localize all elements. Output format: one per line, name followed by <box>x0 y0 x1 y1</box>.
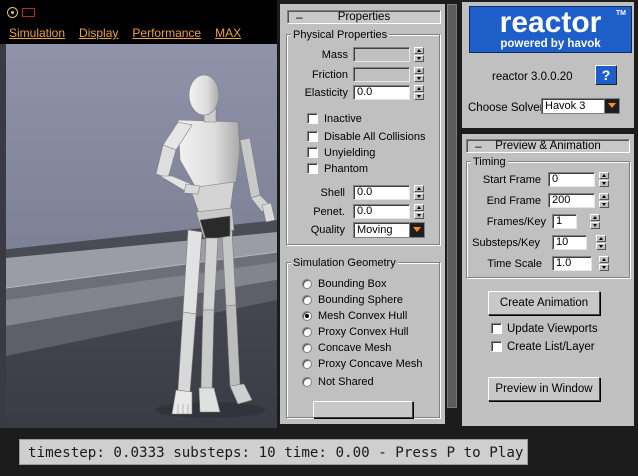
window-icon[interactable] <box>22 7 35 17</box>
penet-field[interactable]: 0.0 <box>353 204 410 219</box>
scrollbar-thumb[interactable] <box>447 4 457 408</box>
status-bar: timestep: 0.0333 substeps: 10 time: 0.00… <box>0 428 638 476</box>
quality-label: Quality <box>310 224 345 236</box>
phantom-checkbox[interactable] <box>307 163 318 174</box>
frames-key-spinner[interactable] <box>590 214 600 229</box>
panel-scrollbar[interactable] <box>445 0 460 428</box>
unyielding-checkbox[interactable] <box>307 147 318 158</box>
inactive-label: Inactive <box>324 113 362 125</box>
friction-field[interactable] <box>353 67 410 82</box>
friction-spinner[interactable] <box>414 67 424 82</box>
time-scale-spinner[interactable] <box>599 256 609 271</box>
menu-max[interactable]: MAX <box>206 26 246 40</box>
end-frame-label: End Frame <box>486 195 541 207</box>
update-viewports-label: Update Viewports <box>507 323 598 335</box>
simulation-geometry-label: Simulation Geometry <box>291 257 398 269</box>
properties-panel: – Properties Physical Properties Mass Fr… <box>277 0 445 428</box>
start-frame-spinner[interactable] <box>599 172 609 187</box>
mass-spinner[interactable] <box>414 47 424 62</box>
start-frame-field[interactable]: 0 <box>548 172 595 187</box>
end-frame-field[interactable]: 200 <box>548 193 595 208</box>
status-readout: timestep: 0.0333 substeps: 10 time: 0.00… <box>19 439 529 465</box>
frames-key-label: Frames/Key <box>486 216 546 228</box>
chevron-down-icon[interactable] <box>409 223 424 237</box>
substeps-key-label: Substeps/Key <box>472 237 540 249</box>
disable-collisions-checkbox[interactable] <box>307 131 318 142</box>
penet-label: Penet. <box>313 206 345 218</box>
help-button[interactable]: ? <box>595 65 617 85</box>
time-scale-field[interactable]: 1.0 <box>552 256 592 271</box>
solver-label: Choose Solver: <box>468 102 547 114</box>
reactor-panel: reactor TM powered by havok reactor 3.0.… <box>460 0 638 428</box>
logo-text: reactor <box>499 6 602 39</box>
menu-simulation[interactable]: Simulation <box>0 26 70 40</box>
mass-label: Mass <box>321 49 348 61</box>
wall-edge <box>0 44 6 428</box>
version-label: reactor 3.0.0.20 <box>492 71 573 83</box>
elasticity-label: Elasticity <box>304 87 348 99</box>
radio-bounding-sphere[interactable] <box>302 295 312 305</box>
mesh-convex-hull-label: Mesh Convex Hull <box>318 310 408 322</box>
update-viewports-checkbox[interactable] <box>491 323 502 334</box>
bounding-sphere-label: Bounding Sphere <box>318 294 404 306</box>
penet-spinner[interactable] <box>414 204 424 219</box>
properties-rollout-title: Properties <box>337 11 391 23</box>
shell-label: Shell <box>320 187 345 199</box>
record-icon[interactable] <box>7 6 18 18</box>
radio-proxy-concave-mesh[interactable] <box>302 359 312 369</box>
shell-field[interactable]: 0.0 <box>353 185 410 200</box>
radio-not-shared[interactable] <box>302 377 312 387</box>
reactor-logo: reactor TM powered by havok <box>469 6 632 53</box>
radio-bounding-box[interactable] <box>302 279 312 289</box>
elasticity-spinner[interactable] <box>414 85 424 100</box>
menu-performance[interactable]: Performance <box>123 26 206 40</box>
create-list-checkbox[interactable] <box>491 341 502 352</box>
unyielding-label: Unyielding <box>324 147 376 159</box>
substeps-key-spinner[interactable] <box>596 235 606 250</box>
elasticity-field[interactable]: 0.0 <box>353 85 410 100</box>
viewport-3d[interactable]: Simulation Display Performance MAX <box>0 0 277 428</box>
solver-value: Havok 3 <box>545 100 586 112</box>
frames-key-field[interactable]: 1 <box>552 214 577 229</box>
logo-trademark: TM <box>615 10 626 17</box>
inactive-checkbox[interactable] <box>307 113 318 124</box>
proxy-concave-mesh-label: Proxy Concave Mesh <box>318 358 423 370</box>
chevron-down-icon[interactable] <box>604 99 619 113</box>
time-scale-label: Time Scale <box>487 258 542 270</box>
preview-window-button[interactable]: Preview in Window <box>488 377 600 401</box>
create-list-label: Create List/Layer <box>507 341 595 353</box>
substeps-key-field[interactable]: 10 <box>552 235 587 250</box>
start-frame-label: Start Frame <box>482 174 541 186</box>
friction-label: Friction <box>311 69 348 81</box>
not-shared-label: Not Shared <box>318 376 374 388</box>
rollout-separator <box>462 128 634 134</box>
properties-rollout-header[interactable]: – Properties <box>287 10 441 24</box>
physical-properties-label: Physical Properties <box>291 29 390 41</box>
viewport-menubar: Simulation Display Performance MAX <box>0 0 277 44</box>
preview-rollout-header[interactable]: – Preview & Animation <box>466 139 630 153</box>
viewport-toolbar-icons <box>7 6 35 18</box>
disable-collisions-label: Disable All Collisions <box>324 131 426 143</box>
create-animation-button[interactable]: Create Animation <box>488 291 600 315</box>
radio-concave-mesh[interactable] <box>302 343 312 353</box>
proxy-convex-hull-label: Proxy Convex Hull <box>318 326 409 338</box>
phantom-label: Phantom <box>324 163 369 175</box>
viewport-menu: Simulation Display Performance MAX <box>0 26 246 40</box>
menu-display[interactable]: Display <box>70 26 123 40</box>
bounding-box-label: Bounding Box <box>318 278 387 290</box>
concave-mesh-label: Concave Mesh <box>318 342 392 354</box>
solver-dropdown[interactable]: Havok 3 <box>541 98 620 114</box>
end-frame-spinner[interactable] <box>599 193 609 208</box>
proxy-pick-button[interactable] <box>313 401 413 418</box>
shell-spinner[interactable] <box>414 185 424 200</box>
radio-mesh-convex-hull[interactable] <box>302 311 312 321</box>
timing-label: Timing <box>471 156 508 168</box>
preview-rollout-title: Preview & Animation <box>495 140 601 152</box>
logo-subtitle: powered by havok <box>500 38 601 50</box>
radio-proxy-convex-hull[interactable] <box>302 327 312 337</box>
quality-dropdown[interactable]: Moving <box>353 222 425 238</box>
mass-field[interactable] <box>353 47 410 62</box>
scene-render <box>0 44 277 428</box>
quality-value: Moving <box>357 224 393 236</box>
